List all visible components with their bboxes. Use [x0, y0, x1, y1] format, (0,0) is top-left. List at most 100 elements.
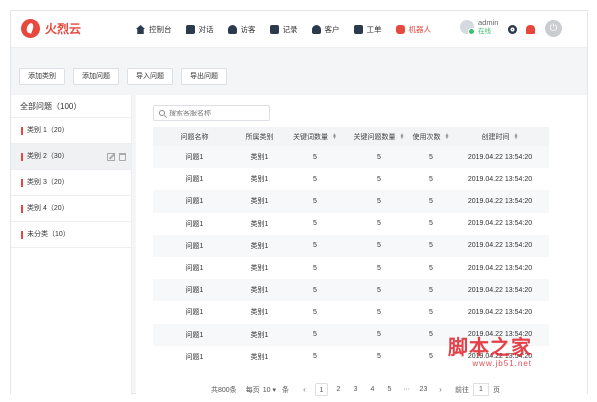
table-cell: 类别1: [250, 198, 269, 206]
sort-icon[interactable]: ▲ ▼: [514, 132, 519, 140]
table-cell: 5: [377, 308, 381, 316]
top-bar: 火烈云 控制台 对话 访客 记录 客户 工单 机器人 admin 在线 ⏻: [11, 11, 587, 48]
chevron-down-icon: ▾: [272, 386, 276, 394]
category-item[interactable]: 类别 4（20）: [11, 196, 131, 222]
search-input[interactable]: [169, 109, 264, 117]
table-cell: 5: [429, 242, 433, 250]
table-cell: 2019.04.22 13:54:20: [467, 197, 533, 205]
page-button[interactable]: 3: [349, 383, 362, 396]
watermark-title: 脚本之家: [448, 335, 532, 359]
all-questions-item[interactable]: 全部问题（100）: [11, 95, 131, 118]
export-questions-button[interactable]: 导出问题: [181, 68, 227, 85]
edit-icon[interactable]: [107, 153, 115, 161]
nav-visitors[interactable]: 访客: [227, 24, 256, 35]
table-cell: 5: [313, 153, 317, 161]
table-cell: 2019.04.22 13:54:20: [467, 286, 533, 294]
nav-tickets[interactable]: 工单: [353, 24, 382, 35]
table-row[interactable]: 问题1 类别1 5 5 5 2019.04.22 13:54:20: [153, 146, 549, 169]
sort-icon[interactable]: ▲ ▼: [400, 132, 405, 140]
page-button[interactable]: 4: [366, 383, 379, 396]
table-cell: 问题1: [185, 309, 204, 317]
page-button[interactable]: ···: [400, 383, 413, 396]
pagination: 共800条 每页 10 ▾ 条 ‹ 1 2 3 4 5 ··· 23 › 前往 1 页: [211, 383, 500, 396]
next-page-button[interactable]: ›: [434, 383, 447, 396]
table-cell: 类别1: [250, 331, 269, 339]
table-row[interactable]: 问题1 类别1 5 5 5 2019.04.22 13:54:20: [153, 212, 549, 235]
table-row[interactable]: 问题1 类别1 5 5 5 2019.04.22 13:54:20: [153, 279, 549, 302]
user-menu[interactable]: admin 在线: [460, 18, 498, 36]
goto-page-input[interactable]: 1: [472, 383, 489, 396]
table-row[interactable]: 问题1 类别1 5 5 5 2019.04.22 13:54:20: [153, 234, 549, 257]
add-category-button[interactable]: 添加类别: [19, 68, 65, 85]
table-cell: 问题1: [185, 242, 204, 250]
table-cell: 5: [377, 353, 381, 361]
table-cell: 问题1: [185, 331, 204, 339]
record-icon: [269, 25, 279, 34]
table-cell: 5: [377, 264, 381, 272]
import-questions-button[interactable]: 导入问题: [127, 68, 173, 85]
table-row[interactable]: 问题1 类别1 5 5 5 2019.04.22 13:54:20: [153, 256, 549, 280]
table-cell: 类别1: [250, 265, 269, 273]
category-item[interactable]: 未分类（10）: [11, 222, 131, 248]
chat-icon: [185, 25, 195, 34]
trash-icon[interactable]: [119, 153, 126, 161]
table-cell: 5: [429, 286, 433, 294]
brand-logo[interactable]: 火烈云: [21, 19, 81, 38]
table-cell: 2019.04.22 13:54:20: [467, 175, 533, 183]
category-item[interactable]: 类别 1（20）: [11, 118, 131, 144]
table-cell: 5: [313, 264, 317, 272]
table-row[interactable]: 问题1 类别1 5 5 5 2019.04.22 13:54:20: [153, 168, 549, 191]
nav-chat[interactable]: 对话: [185, 24, 214, 35]
table-cell: 类别1: [250, 176, 269, 184]
page-button[interactable]: 23: [417, 383, 430, 396]
category-item[interactable]: 类别 3（20）: [11, 170, 131, 196]
nav-customers[interactable]: 客户: [311, 24, 340, 35]
prev-page-button[interactable]: ‹: [298, 383, 311, 396]
search-box[interactable]: [153, 105, 270, 121]
table-cell: 5: [377, 331, 381, 339]
sort-icon[interactable]: ▲ ▼: [332, 132, 337, 140]
page-button[interactable]: 5: [383, 383, 396, 396]
table-cell: 问题1: [185, 198, 204, 206]
page-button[interactable]: 2: [332, 383, 345, 396]
column-header-sortable[interactable]: 关键词数量 ▲ ▼: [283, 132, 347, 142]
category-item[interactable]: 类别 2（30）: [11, 144, 131, 170]
table-cell: 5: [429, 197, 433, 205]
sort-icon[interactable]: ▲ ▼: [445, 132, 450, 140]
robot-icon: [395, 25, 405, 34]
table-cell: 2019.04.22 13:54:20: [467, 308, 533, 316]
avatar: [460, 20, 475, 35]
column-header-sortable[interactable]: 使用次数 ▲ ▼: [411, 132, 451, 142]
user-name: admin: [478, 18, 499, 27]
nav-dashboard[interactable]: 控制台: [136, 24, 172, 35]
table-cell: 5: [429, 153, 433, 161]
table-cell: 问题1: [185, 220, 204, 228]
customer-icon: [311, 25, 321, 34]
flame-logo-icon: [21, 19, 40, 38]
table-cell: 类别1: [250, 220, 269, 228]
table-cell: 类别1: [250, 309, 269, 317]
app-window: 火烈云 控制台 对话 访客 记录 客户 工单 机器人 admin 在线 ⏻ 添加…: [10, 10, 588, 396]
table-cell: 类别1: [250, 287, 269, 295]
table-cell: 问题1: [185, 154, 204, 162]
column-header-sortable[interactable]: 创建时间 ▲ ▼: [451, 132, 549, 142]
table-row[interactable]: 问题1 类别1 5 5 5 2019.04.22 13:54:20: [153, 190, 549, 213]
gear-icon[interactable]: [508, 25, 517, 34]
table-cell: 类别1: [250, 154, 269, 162]
home-icon: [136, 25, 145, 34]
table-cell: 5: [429, 175, 433, 183]
table-cell: 2019.04.22 13:54:20: [467, 220, 533, 228]
user-status: 在线: [478, 28, 491, 35]
power-icon[interactable]: ⏻: [545, 20, 562, 37]
table-row[interactable]: 问题1 类别1 5 5 5 2019.04.22 13:54:20: [153, 301, 549, 324]
table-cell: 问题1: [185, 353, 204, 361]
per-page-select[interactable]: 10 ▾: [263, 386, 276, 394]
nav-robot[interactable]: 机器人: [395, 24, 431, 35]
column-header-sortable[interactable]: 关键问题数量 ▲ ▼: [347, 132, 411, 142]
add-question-button[interactable]: 添加问题: [73, 68, 119, 85]
total-count: 共800条: [211, 386, 237, 394]
nav-records[interactable]: 记录: [269, 24, 298, 35]
bell-icon[interactable]: [526, 25, 535, 34]
table-cell: 5: [377, 242, 381, 250]
page-button[interactable]: 1: [314, 383, 328, 396]
